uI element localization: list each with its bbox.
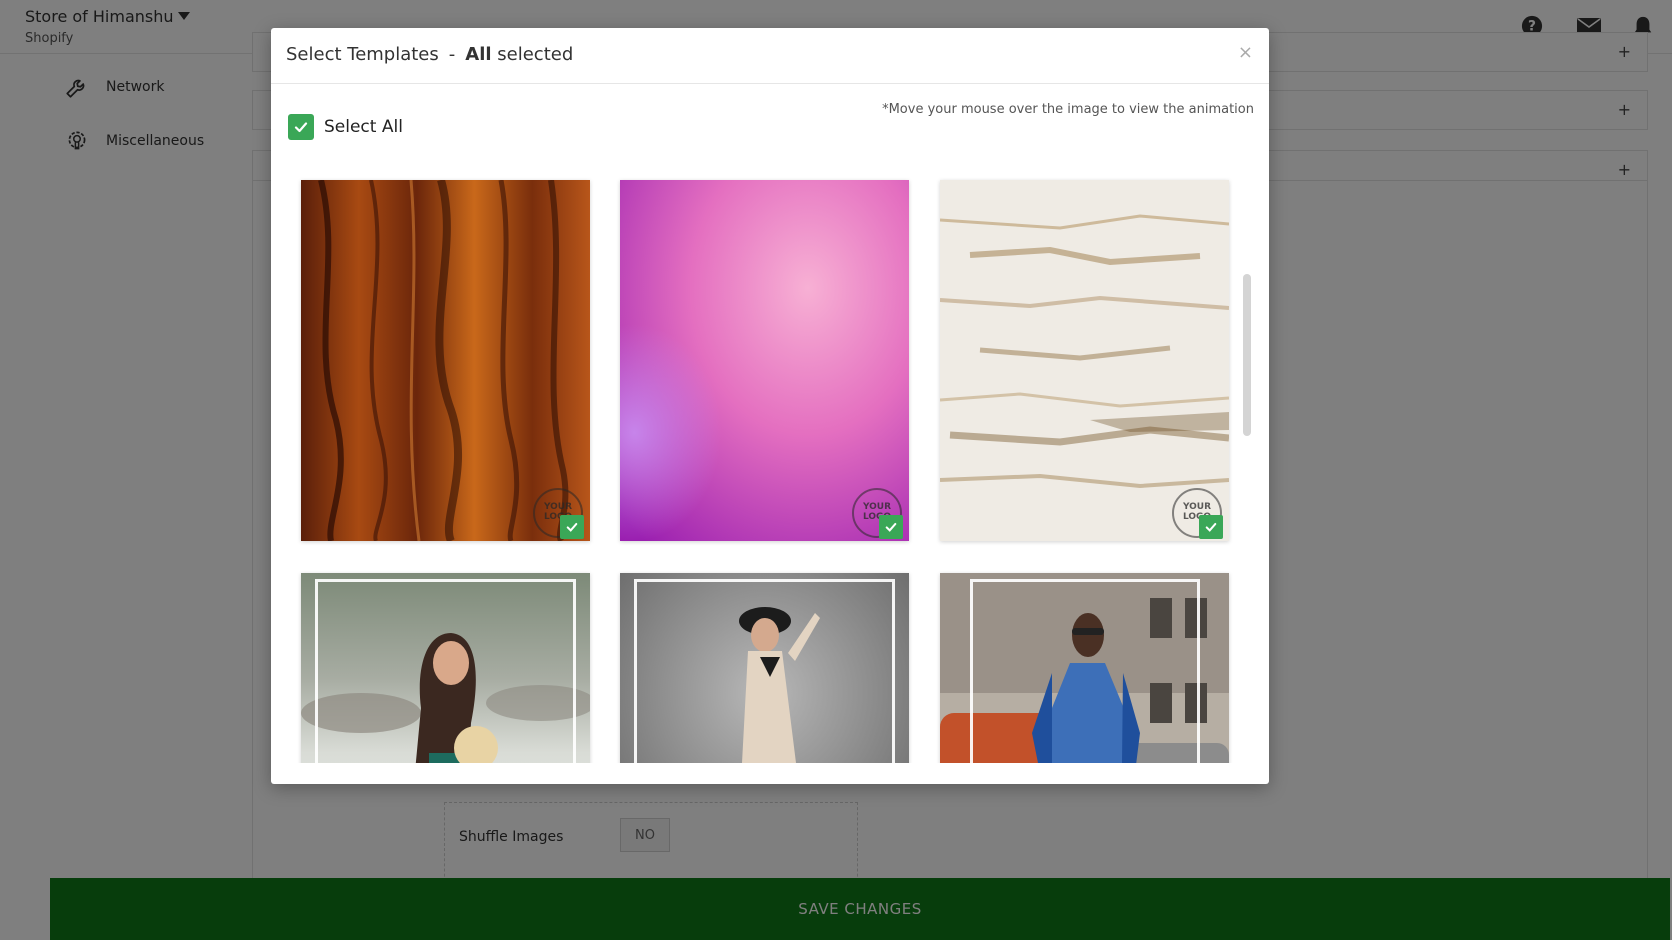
select-templates-modal: Select Templates - All selected × *Move yo…: [271, 28, 1269, 784]
template-selected-check-icon[interactable]: [1199, 515, 1223, 539]
selected-suffix: selected: [491, 44, 574, 65]
template-beach-fashion[interactable]: [301, 573, 590, 763]
template-selected-check-icon[interactable]: [879, 515, 903, 539]
templates-scrollbar[interactable]: [1243, 274, 1251, 436]
pink-gradient-image: [620, 180, 909, 541]
modal-title-separator: -: [448, 44, 456, 65]
template-rustic-white-texture[interactable]: YOUR LOGO: [940, 180, 1229, 541]
selected-count: All: [465, 44, 492, 65]
wood-grain-image: [301, 180, 590, 541]
template-frame: [970, 579, 1200, 763]
template-frame: [634, 579, 895, 763]
template-wood-grain[interactable]: YOUR LOGO: [301, 180, 590, 541]
template-selected-check-icon[interactable]: [560, 515, 584, 539]
select-all-checkbox[interactable]: Select All: [288, 114, 403, 140]
rustic-texture-image: [940, 180, 1229, 541]
close-icon[interactable]: ×: [1238, 42, 1253, 63]
modal-title: Select Templates - All selected: [286, 44, 573, 65]
templates-grid: YOUR LOGO YOUR LOGO YOUR LOGO: [271, 149, 1269, 763]
template-pink-gradient[interactable]: YOUR LOGO: [620, 180, 909, 541]
template-street-style[interactable]: [940, 573, 1229, 763]
template-studio-dress[interactable]: [620, 573, 909, 763]
template-frame: [315, 579, 576, 763]
modal-header: Select Templates - All selected ×: [271, 28, 1269, 84]
modal-title-text: Select Templates: [286, 44, 439, 65]
checkbox-checked-icon[interactable]: [288, 114, 314, 140]
animation-hint: *Move your mouse over the image to view …: [882, 102, 1254, 117]
select-all-label: Select All: [324, 117, 403, 137]
